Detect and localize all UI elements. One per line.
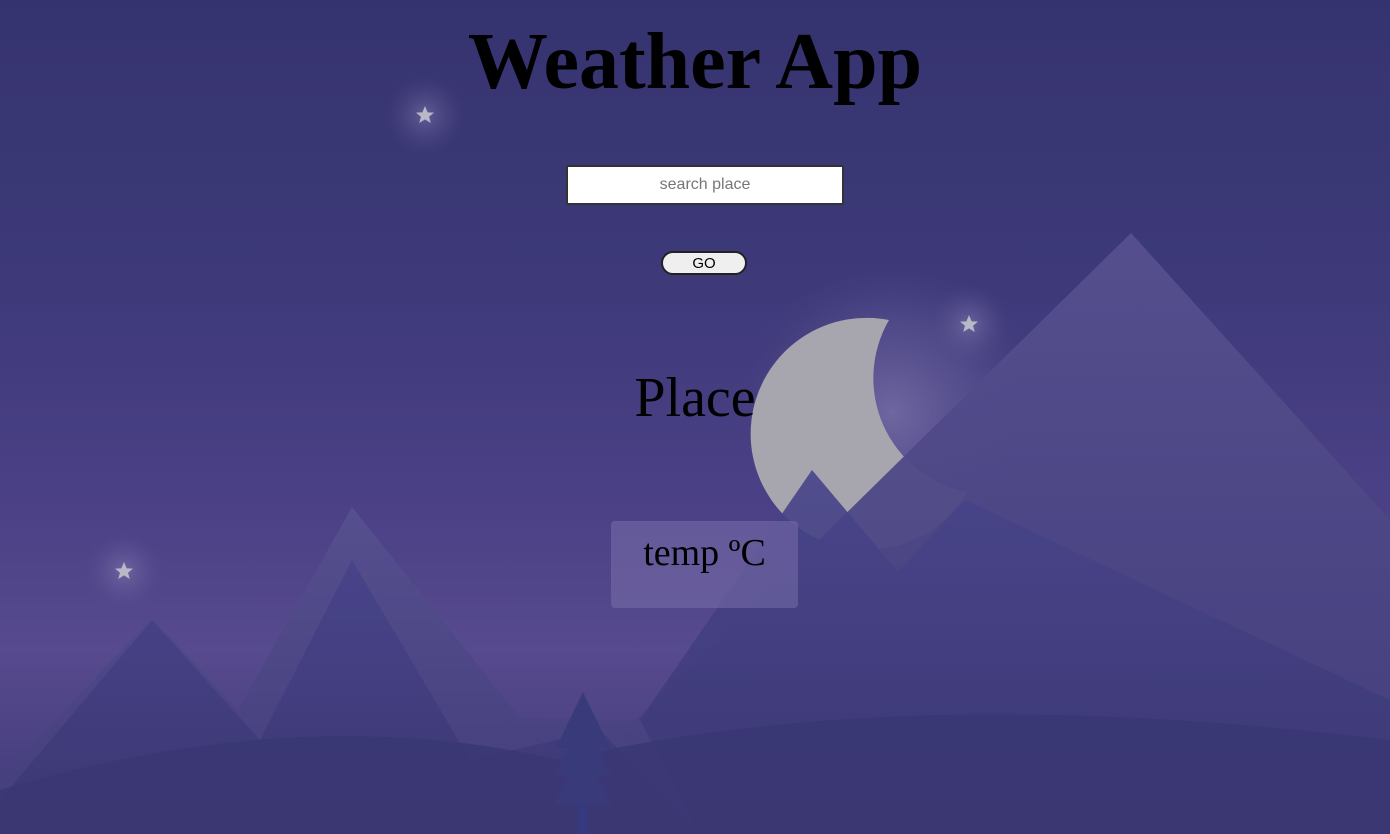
place-name: Place [634, 367, 756, 429]
temperature-card: temp ºC [611, 521, 798, 608]
app-title: Weather App [467, 18, 923, 106]
star-icon [929, 284, 1009, 364]
search-input[interactable] [566, 165, 844, 205]
go-button[interactable]: GO [661, 251, 747, 275]
temperature-value: temp ºC [643, 532, 766, 574]
star-icon [84, 531, 164, 611]
